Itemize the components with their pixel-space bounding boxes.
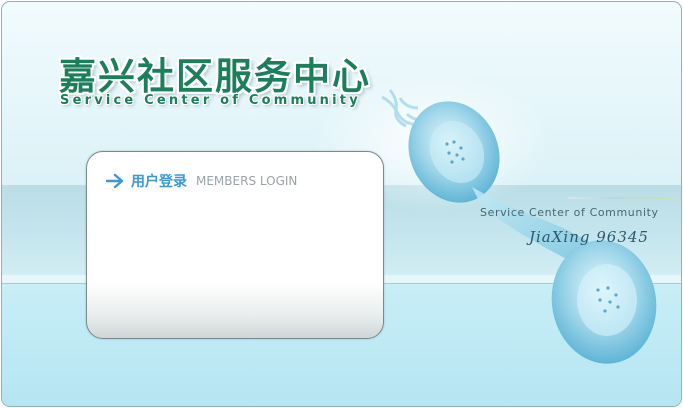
login-header: 用户登录 MEMBERS LOGIN	[106, 171, 297, 191]
decorative-line	[568, 197, 678, 199]
hotline-number: JiaXing 96345	[529, 228, 649, 246]
arrow-right-icon	[106, 173, 124, 189]
site-title-english: Service Center of Community	[60, 93, 361, 108]
login-panel: 用户登录 MEMBERS LOGIN	[86, 151, 384, 339]
login-subtitle: MEMBERS LOGIN	[196, 174, 298, 188]
login-title: 用户登录	[131, 174, 187, 190]
main-frame: 嘉兴社区服务中心 Service Center of Community 用户登…	[1, 1, 682, 407]
site-title-chinese: 嘉兴社区服务中心	[59, 55, 371, 98]
service-tagline: Service Center of Community	[480, 206, 659, 219]
